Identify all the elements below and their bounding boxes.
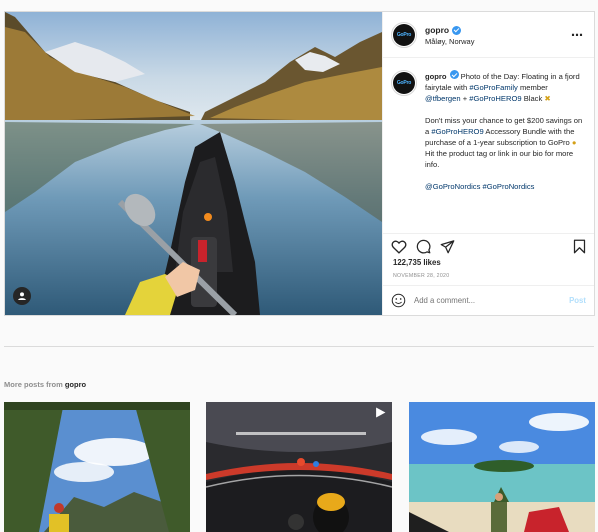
more-posts-user[interactable]: gopro [65, 380, 86, 389]
mention-link[interactable]: @tfbergen [425, 94, 461, 103]
avatar[interactable]: GoPro [391, 21, 417, 48]
post-date: NOVEMBER 28, 2020 [393, 273, 450, 279]
thumbnail-tent[interactable] [4, 402, 190, 532]
verified-badge-icon [452, 25, 462, 35]
hashtag-link[interactable]: #GoProHERO9 [469, 94, 521, 103]
caption-text: + [460, 94, 470, 103]
post-sidebar: GoPro gopro Måløy, Norway ⋯ GoPro gopro … [382, 12, 594, 315]
hashtag-link[interactable]: #GoProNordics [483, 182, 535, 191]
post-card: GoPro gopro Måløy, Norway ⋯ GoPro gopro … [4, 11, 595, 316]
heart-icon[interactable] [391, 239, 407, 254]
crossed-swords-emoji: ✖ [544, 94, 551, 103]
caption-text: member [517, 83, 548, 92]
thumbnail-gokart[interactable] [206, 402, 392, 532]
thumbnail-beach[interactable] [409, 402, 595, 532]
caption-username[interactable]: gopro [425, 72, 447, 81]
action-bar [383, 234, 594, 258]
caption-verified-badge-icon [449, 70, 459, 79]
paper-plane-icon[interactable] [440, 239, 455, 254]
hashtag-link[interactable]: #GoProFamily [469, 83, 518, 92]
location-link[interactable]: Måløy, Norway [425, 36, 571, 47]
user-tag-icon[interactable] [13, 287, 31, 305]
caption-text: Hit the product tag or link in our bio f… [425, 149, 574, 169]
mention-link[interactable]: @GoProNordics [425, 182, 480, 191]
bookmark-icon[interactable] [573, 239, 586, 254]
avatar-logo: GoPro [393, 23, 415, 46]
more-posts-heading: More posts from gopro [4, 380, 86, 389]
money-bag-emoji: ● [571, 138, 577, 147]
section-divider [4, 346, 594, 347]
fjord-kayak-image [5, 12, 382, 315]
post-photo[interactable] [5, 12, 382, 315]
comment-input[interactable] [414, 296, 570, 305]
caption-avatar-logo: GoPro [393, 72, 415, 94]
post-header: GoPro gopro Måløy, Norway ⋯ [383, 12, 594, 58]
hashtag-link[interactable]: #GoProHERO9 [431, 127, 483, 136]
caption: GoPro gopro Photo of the Day: Floating i… [383, 58, 594, 234]
like-count[interactable]: 122,735 likes [383, 258, 594, 267]
caption-avatar[interactable]: GoPro [391, 70, 417, 96]
caption-text: Black [521, 94, 545, 103]
header-username[interactable]: gopro [425, 25, 462, 36]
video-play-icon [376, 407, 386, 418]
more-options-icon[interactable]: ⋯ [571, 28, 584, 42]
beach-kayak-image [409, 402, 595, 532]
post-comment-button[interactable]: Post [569, 296, 586, 305]
header-username-text[interactable]: gopro [425, 25, 449, 36]
comment-icon[interactable] [416, 239, 431, 254]
smiley-icon[interactable] [391, 293, 406, 308]
tent-view-image [4, 402, 190, 532]
comment-box: Post [383, 285, 594, 315]
more-posts-prefix: More posts from [4, 380, 65, 389]
gokart-track-image [206, 402, 392, 532]
